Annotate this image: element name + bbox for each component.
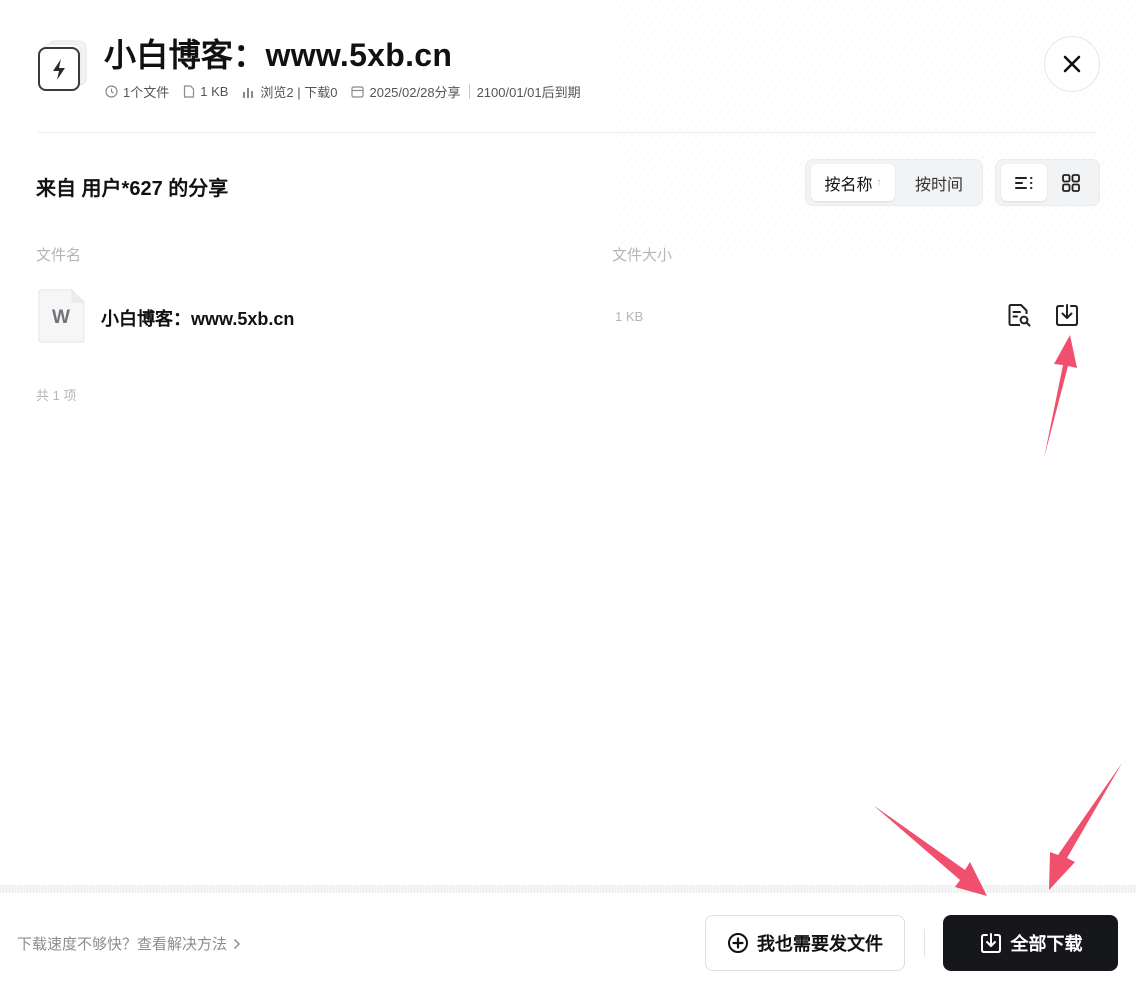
lightning-file-icon — [38, 40, 90, 92]
share-meta: 1个文件 1 KB 浏览2 | 下载0 2025/02/28分享 2100/01… — [105, 82, 581, 101]
footer: 下载速度不够快？查看解决方法 我也需要发文件 全部下载 — [0, 885, 1136, 985]
view-download-stats: 浏览2 | 下载0 — [260, 85, 338, 100]
chevron-right-icon — [233, 938, 241, 949]
word-document-icon: W — [38, 289, 86, 343]
file-type-letter: W — [52, 307, 70, 328]
item-count: 共 1 项 — [36, 388, 77, 403]
download-icon — [1056, 304, 1078, 326]
close-icon — [1063, 55, 1081, 73]
column-header-name[interactable]: 文件名 — [36, 244, 81, 265]
file-size: 1 KB — [615, 309, 644, 324]
expiry-date: 2100/01/01后到期 — [476, 85, 581, 100]
annotation-arrows — [873, 335, 1122, 896]
speed-help-link[interactable]: 下载速度不够快？查看解决方法 — [17, 933, 241, 954]
grid-view-icon — [1062, 173, 1080, 192]
footer-divider — [0, 885, 1136, 893]
stats-item: 浏览2 | 下载0 — [242, 82, 337, 101]
meta-divider — [468, 84, 470, 99]
annotation-arrow-row — [1044, 335, 1077, 458]
sort-by-name-button[interactable]: 按名称 ↑ — [811, 164, 895, 201]
footer-separator — [924, 929, 925, 957]
share-date: 2025/02/28分享 — [369, 85, 461, 100]
calendar-icon — [351, 86, 365, 98]
sort-arrow-icon: ↑ — [876, 177, 882, 188]
file-count-item: 1个文件 — [105, 82, 169, 101]
list-view-button[interactable] — [1001, 164, 1047, 201]
header: 小白博客：www.5xb.cn 1个文件 1 KB 浏览2 | 下载0 2025… — [0, 0, 1136, 132]
plus-circle-icon — [728, 933, 748, 953]
file-name[interactable]: 小白博客：www.5xb.cn — [101, 305, 294, 331]
download-all-button[interactable]: 全部下载 — [943, 915, 1118, 971]
download-all-icon — [980, 933, 1001, 953]
file-count: 1个文件 — [123, 85, 170, 100]
download-button[interactable] — [1052, 300, 1082, 330]
view-toggle — [995, 159, 1100, 206]
sort-by-time-label: 按时间 — [914, 176, 963, 194]
share-source-title: 来自 用户*627 的分享 — [36, 178, 229, 200]
grid-view-button[interactable] — [1048, 164, 1094, 201]
send-file-label: 我也需要发文件 — [757, 934, 883, 954]
header-divider — [38, 132, 1096, 133]
close-button[interactable] — [1044, 36, 1100, 92]
clock-icon — [105, 85, 118, 98]
sort-by-name-label: 按名称 — [824, 176, 873, 194]
total-size: 1 KB — [200, 84, 229, 99]
sort-toggle: 按名称 ↑ 按时间 — [805, 159, 983, 206]
annotation-arrow-right — [1049, 763, 1122, 890]
sort-by-time-button[interactable]: 按时间 — [898, 164, 980, 201]
preview-button[interactable] — [1004, 300, 1034, 330]
list-view-icon — [1015, 176, 1033, 189]
total-size-item: 1 KB — [183, 84, 228, 99]
document-icon — [184, 85, 195, 98]
send-file-button[interactable]: 我也需要发文件 — [705, 915, 905, 971]
preview-icon — [1008, 304, 1031, 327]
page-title: 小白博客：www.5xb.cn — [104, 37, 453, 73]
column-header-size[interactable]: 文件大小 — [612, 244, 672, 265]
annotation-arrow-left — [873, 805, 987, 896]
bar-chart-icon — [243, 87, 254, 98]
download-all-label: 全部下载 — [1010, 934, 1083, 954]
speed-help-text: 下载速度不够快？查看解决方法 — [17, 936, 228, 953]
table-row[interactable]: W 小白博客：www.5xb.cn 1 KB — [0, 282, 1136, 350]
share-date-item: 2025/02/28分享 — [351, 82, 461, 101]
